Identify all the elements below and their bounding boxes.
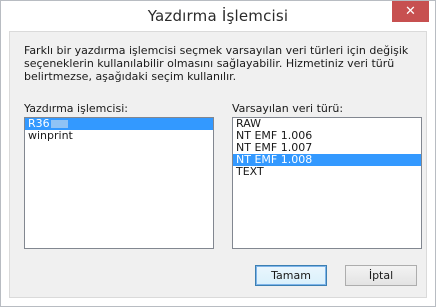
cancel-button[interactable]: İptal [345, 265, 417, 286]
data-type-label: Varsayılan veri türü: [232, 102, 344, 115]
redacted-block [50, 120, 68, 128]
close-button[interactable]: ✕ [392, 1, 429, 22]
print-processor-list[interactable]: R36 winprint [24, 117, 214, 249]
title-bar[interactable]: Yazdırma İşlemcisi ✕ [1, 1, 435, 31]
description-text: Farklı bir yazdırma işlemcisi seçmek var… [24, 44, 409, 83]
print-processor-label: Yazdırma işlemcisi: [24, 102, 128, 115]
data-type-list[interactable]: RAW NT EMF 1.006 NT EMF 1.007 NT EMF 1.0… [232, 117, 422, 249]
list-item-winprint[interactable]: winprint [25, 130, 213, 142]
ok-button[interactable]: Tamam [255, 265, 327, 286]
list-item-text[interactable]: TEXT [233, 166, 421, 178]
dialog-title: Yazdırma İşlemcisi [147, 7, 289, 25]
close-icon: ✕ [405, 4, 416, 19]
dialog-content: Farklı bir yazdırma işlemcisi seçmek var… [9, 31, 427, 298]
print-processor-dialog: Yazdırma İşlemcisi ✕ Farklı bir yazdırma… [0, 0, 436, 307]
